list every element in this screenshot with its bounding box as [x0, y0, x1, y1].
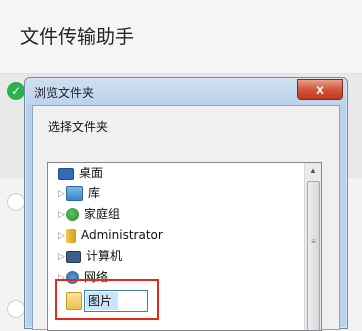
scrollbar-thumb[interactable]: ≡ [307, 181, 320, 330]
library-icon [66, 186, 83, 201]
expand-arrow-icon[interactable]: ▷ [58, 184, 66, 204]
expand-arrow-icon[interactable]: ▷ [58, 226, 66, 246]
tree-item-administrator[interactable]: ▷ Administrator [58, 225, 163, 245]
scroll-up-icon[interactable]: ▲ [305, 163, 321, 179]
dialog-prompt: 选择文件夹 [48, 120, 109, 134]
expand-arrow-icon[interactable]: ▷ [58, 247, 66, 267]
expand-arrow-icon[interactable]: ▷ [58, 205, 66, 225]
tree-item-homegroup[interactable]: ▷ 家庭组 [58, 204, 120, 224]
select-radio[interactable] [7, 300, 25, 318]
tree-item-label: 库 [88, 186, 101, 200]
computer-icon [66, 250, 81, 263]
tree-item-label: 计算机 [86, 249, 123, 263]
chat-title: 文件传输助手 [20, 26, 135, 48]
check-icon[interactable]: ✓ [7, 82, 25, 100]
homegroup-icon [66, 208, 79, 221]
tree-item-computer[interactable]: ▷ 计算机 [58, 246, 122, 266]
tree-item-desktop[interactable]: 桌面 [58, 163, 103, 183]
desktop-icon [58, 167, 74, 180]
scrollbar[interactable]: ▲ ≡ [304, 163, 321, 330]
chat-header: 文件传输助手 [0, 0, 362, 74]
tree-item-label: 桌面 [79, 166, 104, 180]
dialog-title: 浏览文件夹 [34, 86, 95, 100]
tree-item-library[interactable]: ▷ 库 [58, 183, 100, 203]
user-folder-icon [66, 228, 76, 243]
select-radio[interactable] [7, 193, 25, 211]
close-button[interactable]: x [297, 79, 343, 100]
tree-item-label: 家庭组 [84, 207, 121, 221]
highlight-box [55, 279, 159, 320]
tree-item-label: Administrator [81, 228, 163, 242]
